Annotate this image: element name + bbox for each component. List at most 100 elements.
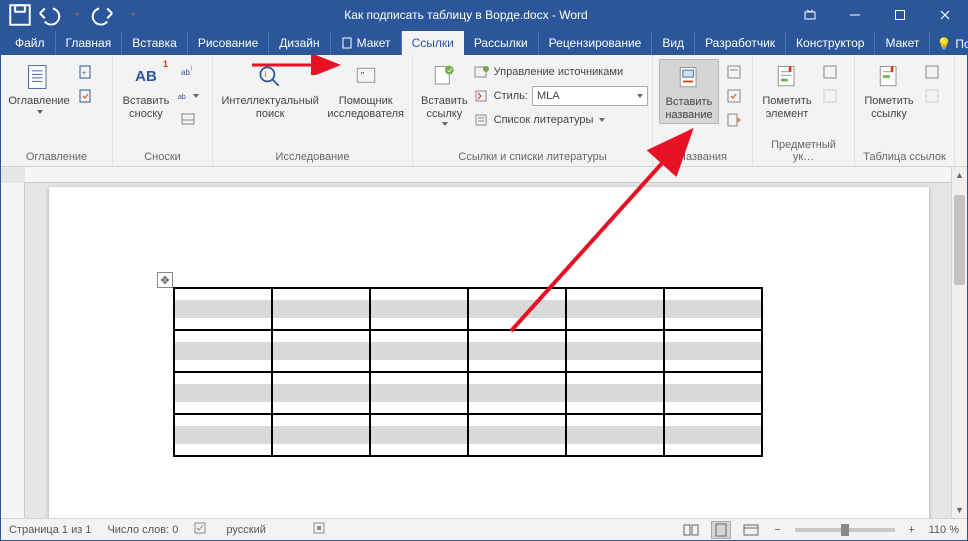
update-index-button[interactable] (819, 85, 841, 107)
group-toc: Оглавление + Оглавление (1, 55, 113, 166)
ribbon-tabs: Файл Главная Вставка Рисование Дизайн Ма… (1, 29, 967, 55)
researcher-button[interactable]: ” Помощник исследователя (325, 59, 406, 122)
tell-me[interactable]: 💡Помощн (930, 33, 968, 55)
tab-review[interactable]: Рецензирование (539, 31, 653, 55)
horizontal-ruler[interactable] (25, 167, 951, 183)
tab-view[interactable]: Вид (652, 31, 695, 55)
magnifier-icon: i (254, 61, 286, 93)
scroll-thumb[interactable] (954, 195, 965, 285)
tab-design[interactable]: Дизайн (269, 31, 330, 55)
quick-access-toolbar (1, 3, 145, 27)
smart-lookup-button[interactable]: i Интеллектуальный поиск (219, 59, 321, 122)
toc-button[interactable]: Оглавление (7, 59, 71, 116)
tab-table-design[interactable]: Конструктор (786, 31, 875, 55)
close-icon[interactable] (922, 1, 967, 29)
style-icon (474, 89, 490, 103)
footnote-icon: AB1 (130, 61, 162, 93)
tab-insert[interactable]: Вставка (122, 31, 188, 55)
spellcheck-icon[interactable] (194, 521, 210, 538)
titlebar: Как подписать таблицу в Ворде.docx - Wor… (1, 1, 967, 29)
svg-text:i: i (191, 66, 192, 72)
scroll-up-icon[interactable]: ▲ (952, 167, 967, 183)
tab-home[interactable]: Главная (56, 31, 123, 55)
quote-icon: ” (350, 61, 382, 93)
mark-citation-icon (873, 61, 905, 93)
language-status[interactable]: русский (226, 524, 265, 536)
table-move-handle[interactable] (157, 272, 173, 288)
zoom-in-button[interactable]: + (905, 524, 919, 536)
tab-mailings[interactable]: Рассылки (464, 31, 539, 55)
macro-icon[interactable] (312, 521, 326, 538)
group-citations: Вставить ссылку Управление источниками С… (413, 55, 653, 166)
toc-icon (23, 61, 55, 93)
window-title: Как подписать таблицу в Ворде.docx - Wor… (145, 8, 787, 22)
group-research: i Интеллектуальный поиск ” Помощник иссл… (213, 55, 413, 166)
mark-entry-icon (771, 61, 803, 93)
manage-sources-icon (474, 65, 490, 79)
scroll-down-icon[interactable]: ▼ (952, 502, 967, 518)
ribbon-display-options-icon[interactable] (787, 1, 832, 29)
svg-text:ab: ab (181, 68, 190, 77)
maximize-icon[interactable] (877, 1, 922, 29)
insert-citation-button[interactable]: Вставить ссылку (419, 59, 470, 128)
tab-references[interactable]: Ссылки (402, 31, 464, 55)
cross-reference-button[interactable] (723, 109, 745, 131)
manage-sources-button[interactable]: Управление источниками (474, 61, 648, 83)
mark-citation-button[interactable]: Пометить ссылку (861, 59, 917, 122)
document-area (1, 167, 951, 518)
ribbon: Оглавление + Оглавление AB1 Вставить сно… (1, 55, 967, 167)
update-toa-button[interactable] (921, 85, 943, 107)
insert-footnote-button[interactable]: AB1 Вставить сноску (119, 59, 173, 122)
read-mode-icon[interactable] (681, 521, 701, 539)
add-text-button[interactable]: + (75, 61, 97, 83)
svg-text:i: i (265, 70, 267, 79)
redo-icon[interactable] (91, 3, 117, 27)
svg-text:”: ” (360, 70, 364, 82)
web-layout-icon[interactable] (741, 521, 761, 539)
undo-dropdown[interactable] (63, 3, 89, 27)
citation-icon (428, 61, 460, 93)
page-status[interactable]: Страница 1 из 1 (9, 524, 91, 536)
mark-entry-button[interactable]: Пометить элемент (759, 59, 815, 122)
group-toa: Пометить ссылку Таблица ссылок (855, 55, 955, 166)
insert-endnote-button[interactable]: abi (177, 61, 199, 83)
update-toc-button[interactable] (75, 85, 97, 107)
statusbar: Страница 1 из 1 Число слов: 0 русский − … (1, 518, 967, 540)
vertical-ruler[interactable] (1, 183, 25, 518)
minimize-icon[interactable] (832, 1, 877, 29)
zoom-out-button[interactable]: − (771, 524, 785, 536)
group-captions: Вставить название Названия (653, 55, 753, 166)
insert-caption-button[interactable]: Вставить название (659, 59, 719, 124)
bibliography-icon (474, 113, 490, 127)
print-layout-icon[interactable] (711, 521, 731, 539)
page[interactable] (49, 187, 929, 518)
tab-layout[interactable]: Макет (331, 31, 402, 55)
save-icon[interactable] (7, 3, 33, 27)
update-table-button[interactable] (723, 85, 745, 107)
lightbulb-icon: 💡 (936, 37, 951, 51)
insert-index-button[interactable] (819, 61, 841, 83)
document-icon (341, 37, 353, 49)
group-index: Пометить элемент Предметный ук… (753, 55, 855, 166)
style-select[interactable]: MLA (532, 86, 648, 106)
qat-customize[interactable] (119, 3, 145, 27)
next-footnote-button[interactable]: ab (177, 85, 199, 107)
tab-file[interactable]: Файл (5, 31, 56, 55)
group-footnotes: AB1 Вставить сноску abi ab Сноски (113, 55, 213, 166)
tab-draw[interactable]: Рисование (188, 31, 269, 55)
style-label: Стиль: (494, 90, 528, 102)
tab-developer[interactable]: Разработчик (695, 31, 786, 55)
tab-table-layout[interactable]: Макет (875, 31, 930, 55)
bibliography-button[interactable]: Список литературы (474, 109, 648, 131)
insert-toa-button[interactable] (921, 61, 943, 83)
undo-icon[interactable] (35, 3, 61, 27)
vertical-scrollbar[interactable]: ▲ ▼ (951, 167, 967, 518)
zoom-level[interactable]: 110 % (929, 524, 959, 536)
caption-icon (673, 62, 705, 94)
insert-table-figures-button[interactable] (723, 61, 745, 83)
svg-text:+: + (82, 70, 86, 77)
word-count[interactable]: Число слов: 0 (107, 524, 178, 536)
document-table[interactable] (173, 287, 763, 457)
zoom-slider[interactable] (795, 528, 895, 532)
show-notes-button[interactable] (177, 109, 199, 131)
